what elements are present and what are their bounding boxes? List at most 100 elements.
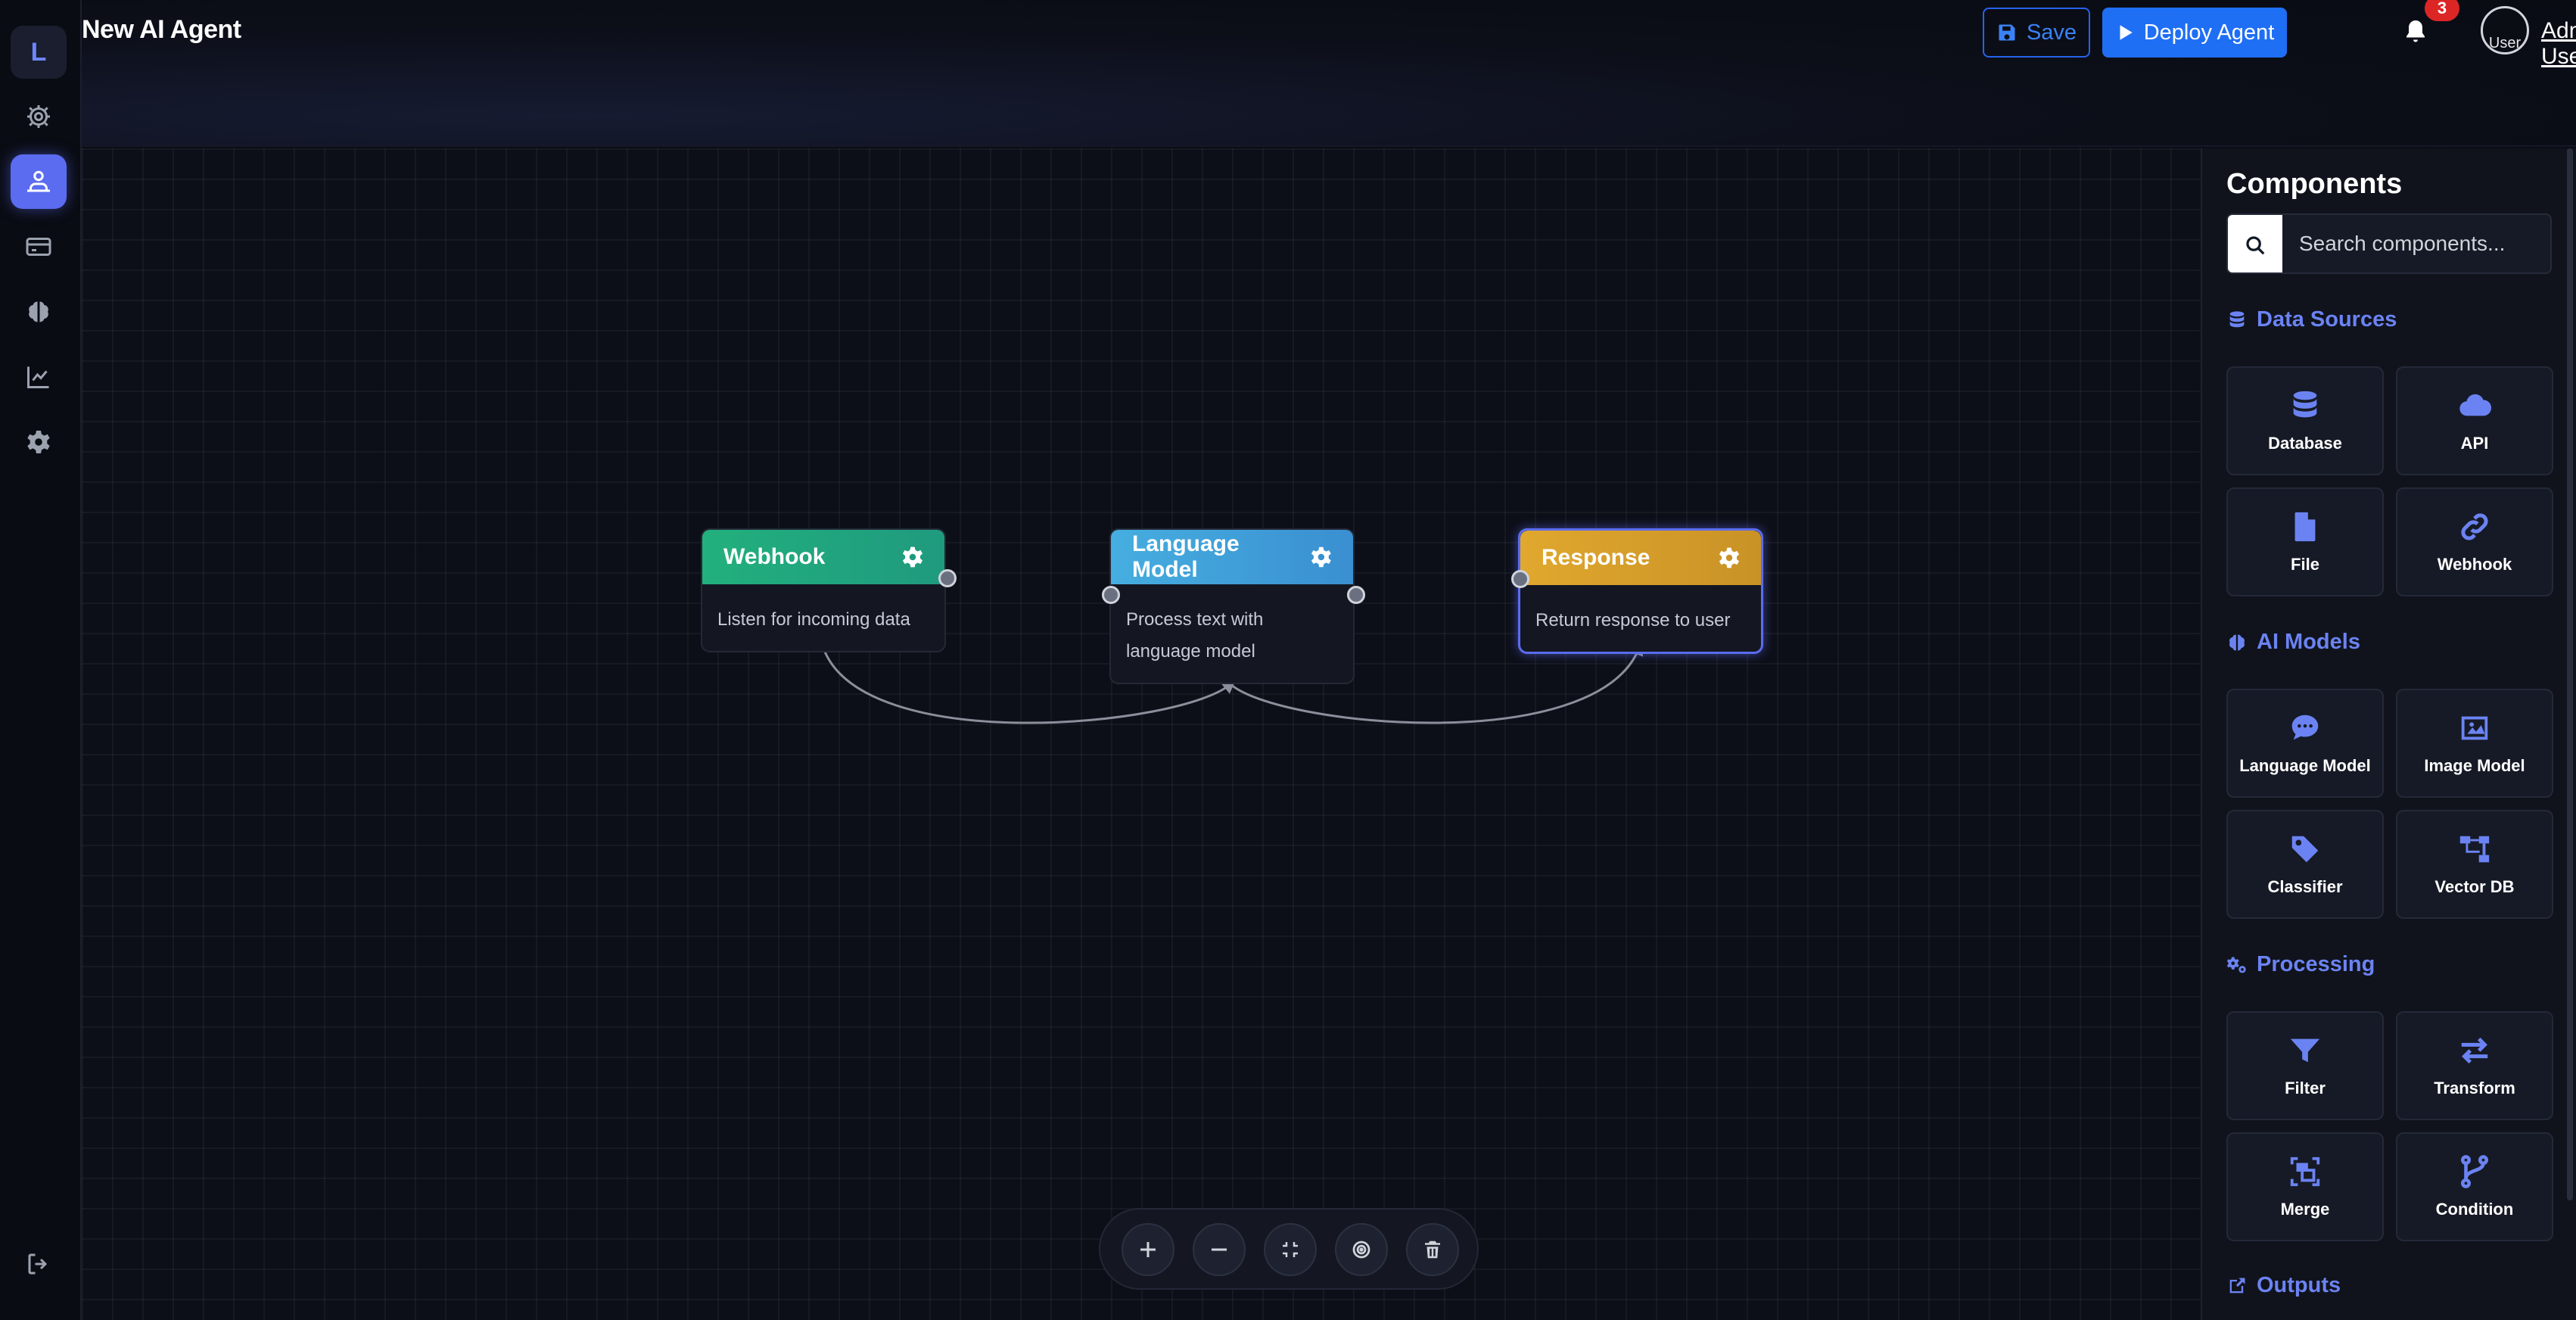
credit-card-icon [26,238,51,256]
tag-icon [2291,836,2319,863]
node-header[interactable]: Webhook [702,530,944,584]
funnel-icon [2290,1038,2320,1063]
component-search [2226,213,2552,274]
brain-icon [29,301,48,322]
cogs-icon [2226,957,2246,973]
section-title-text: Outputs [2257,1273,2341,1297]
sidebar: L [0,0,82,1320]
node-input-port[interactable] [1511,570,1529,588]
search-icon [2246,236,2265,255]
component-vector-db[interactable]: Vector DB [2396,810,2553,919]
floppy-disk-icon [1999,24,2015,41]
section-title-text: Data Sources [2257,307,2397,332]
chat-bubble-icon [2291,714,2319,740]
deploy-label: Deploy Agent [2143,20,2275,45]
component-label: Classifier [2267,877,2343,896]
search-button[interactable] [2228,215,2282,272]
agent-network-icon [27,170,50,192]
center-view-button[interactable] [1335,1223,1388,1276]
username-link[interactable]: Admin User [2541,18,2576,70]
component-label: Database [2268,434,2342,453]
delete-button[interactable] [1406,1223,1459,1276]
fit-view-icon [1283,1242,1298,1257]
node-title: Response [1542,545,1650,570]
logout-button[interactable] [11,1237,67,1291]
component-label: Transform [2434,1079,2515,1097]
models-nav-button[interactable] [11,285,67,339]
node-title: Webhook [723,544,826,569]
billing-nav-button[interactable] [11,219,67,274]
deploy-agent-button[interactable]: Deploy Agent [2102,8,2287,58]
preferences-nav-button[interactable] [11,415,67,469]
section-title-text: Processing [2257,952,2375,976]
node-settings-gear-icon[interactable] [901,545,925,569]
component-classifier[interactable]: Classifier [2226,810,2384,919]
section-processing[interactable]: Processing [2226,952,2375,977]
zoom-in-button[interactable] [1122,1223,1174,1276]
component-label: Merge [2280,1200,2330,1219]
section-outputs[interactable]: Outputs [2226,1273,2341,1298]
component-image-model[interactable]: Image Model [2396,689,2553,798]
section-ai-models[interactable]: AI Models [2226,630,2360,655]
branch-icon [2460,1155,2489,1188]
node-header[interactable]: Language Model [1111,530,1353,584]
component-file[interactable]: File [2226,487,2384,596]
component-webhook[interactable]: Webhook [2396,487,2553,596]
component-condition[interactable]: Condition [2396,1132,2553,1241]
bell-icon[interactable] [2402,17,2429,47]
arrows-exchange-icon [2461,1037,2488,1064]
component-label: File [2291,555,2319,574]
node-header[interactable]: Response [1520,531,1761,585]
component-label: Webhook [2437,555,2512,574]
component-filter[interactable]: Filter [2226,1011,2384,1120]
analytics-nav-button[interactable] [11,350,67,404]
node-input-port[interactable] [1102,586,1120,604]
cog-icon [27,431,50,453]
fit-view-button[interactable] [1264,1223,1317,1276]
zoom-out-button[interactable] [1193,1223,1246,1276]
node-settings-gear-icon[interactable] [1309,545,1333,569]
node-output-port[interactable] [1347,586,1365,604]
component-label: Condition [2435,1200,2514,1219]
component-transform[interactable]: Transform [2396,1011,2553,1120]
brain-icon [2229,634,2245,651]
section-data-sources[interactable]: Data Sources [2226,307,2397,332]
component-database[interactable]: Database [2226,366,2384,475]
node-description: Process text with language model [1126,609,1264,662]
node-response[interactable]: Response Return response to user [1511,528,1763,654]
share-box-icon [2229,1278,2245,1293]
component-language-model[interactable]: Language Model [2226,689,2384,798]
component-label: Filter [2285,1079,2326,1097]
save-button[interactable]: Save [1983,8,2090,58]
top-header: New AI Agent Save Deploy Agent 3 User Ad… [82,0,2576,147]
avatar-alt-text: User [2488,35,2522,51]
node-settings-gear-icon[interactable] [1717,546,1741,570]
link-icon [2461,513,2488,540]
section-title-text: AI Models [2257,630,2360,654]
workflow-canvas[interactable] [82,148,2201,1320]
trash-icon [1425,1241,1440,1259]
app-logo[interactable]: L [11,26,67,79]
panel-title: Components [2226,168,2403,200]
search-input[interactable] [2282,215,2550,272]
component-merge[interactable]: Merge [2226,1132,2384,1241]
page-title: New AI Agent [82,15,241,44]
node-language-model[interactable]: Language Model Process text with languag… [1102,528,1365,684]
notification-badge: 3 [2425,0,2459,21]
avatar[interactable]: User [2481,6,2529,54]
node-output-port[interactable] [938,569,957,587]
node-title: Language Model [1132,531,1240,582]
component-label: Vector DB [2434,877,2515,896]
zoom-in-icon [1140,1242,1156,1257]
gear-outline-icon [27,105,50,128]
merge-box-icon [2290,1157,2320,1187]
database-icon [2293,391,2317,418]
cloud-icon [2459,394,2492,416]
panel-scrollbar[interactable] [2567,148,2573,1200]
component-api[interactable]: API [2396,366,2553,475]
settings-nav-button[interactable] [11,89,67,144]
agents-nav-button[interactable] [11,154,67,209]
chart-line-icon [27,366,49,388]
database-stack-icon [2229,310,2245,327]
node-webhook[interactable]: Webhook Listen for incoming data [701,528,957,652]
